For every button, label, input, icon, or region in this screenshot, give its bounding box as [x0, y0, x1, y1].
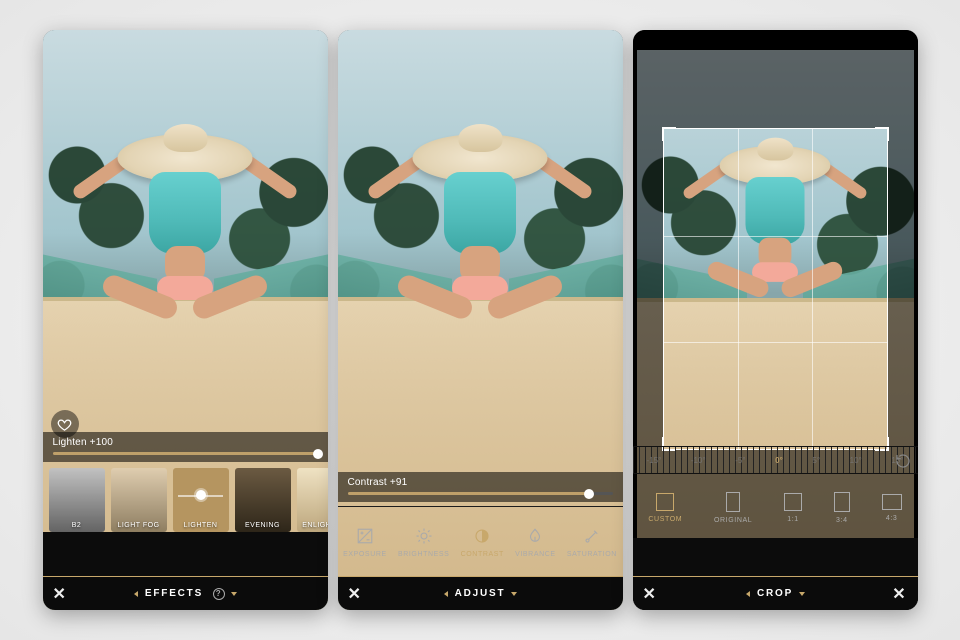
vibrance-icon	[526, 527, 544, 545]
rotation-ruler[interactable]: -15° -10° -5° 0° 5° 10° 15°	[633, 446, 918, 474]
photo-subject	[95, 134, 275, 354]
screen-effects: Lighten +100 B2 LIGHT FOG LIGHTEN EVENIN…	[43, 30, 328, 610]
mode-label: ADJUST	[455, 588, 506, 599]
tool-brightness[interactable]: BRIGHTNESS	[398, 526, 450, 558]
chevron-right-icon[interactable]	[511, 592, 517, 596]
screen-adjust: Contrast +91 EXPOSURE BRIGHTNESS CONTRAS…	[338, 30, 623, 610]
aspect-ratio-row: CUSTOM ORIGINAL 1:1 3:4 4:3	[633, 478, 918, 538]
crop-handle-tl[interactable]	[662, 127, 676, 141]
mode-label: EFFECTS	[145, 588, 203, 599]
tool-saturation[interactable]: SATURATION	[567, 526, 617, 558]
ratio-original[interactable]: ORIGINAL	[714, 492, 752, 524]
ratio-3-4[interactable]: 3:4	[834, 492, 850, 524]
chevron-right-icon[interactable]	[799, 592, 805, 596]
close-button[interactable]: ✕	[643, 584, 658, 604]
help-button[interactable]: ?	[213, 588, 225, 600]
effect-lighten[interactable]: LIGHTEN	[173, 468, 229, 532]
heart-icon	[57, 417, 72, 432]
brightness-icon	[415, 527, 433, 545]
photo-subject	[390, 134, 570, 354]
saturation-icon	[583, 527, 601, 545]
effect-evening[interactable]: EVENING	[235, 468, 291, 532]
tool-contrast[interactable]: CONTRAST	[461, 526, 504, 558]
adjust-slider[interactable]: Contrast +91	[338, 472, 623, 502]
chevron-right-icon[interactable]	[231, 592, 237, 596]
close-button[interactable]: ✕	[53, 584, 68, 604]
reset-rotation-button[interactable]	[894, 452, 912, 470]
effect-lightfog[interactable]: LIGHT FOG	[111, 468, 167, 532]
ratio-custom[interactable]: CUSTOM	[648, 493, 682, 523]
contrast-icon	[473, 527, 491, 545]
ratio-4-3[interactable]: 4:3	[882, 494, 902, 522]
close-button[interactable]: ✕	[348, 584, 363, 604]
chevron-left-icon[interactable]	[133, 592, 139, 596]
confirm-button[interactable]: ✕	[892, 584, 907, 604]
mode-bar-crop: ✕ CROP ✕	[633, 576, 918, 610]
mode-bar-effects: ✕ EFFECTS ?	[43, 576, 328, 610]
adjust-tools: EXPOSURE BRIGHTNESS CONTRAST VIBRANCE SA…	[338, 506, 623, 576]
exposure-icon	[356, 527, 374, 545]
tool-exposure[interactable]: EXPOSURE	[343, 526, 387, 558]
effect-slider[interactable]: Lighten +100	[43, 432, 328, 462]
chevron-left-icon[interactable]	[443, 592, 449, 596]
adjust-slider-label: Contrast +91	[348, 477, 613, 488]
effect-enlighten[interactable]: ENLIGHTEN	[297, 468, 328, 532]
effect-slider-label: Lighten +100	[53, 437, 318, 448]
crop-selection[interactable]	[663, 128, 888, 450]
chevron-left-icon[interactable]	[745, 592, 751, 596]
crop-handle-tr[interactable]	[875, 127, 889, 141]
ratio-1-1[interactable]: 1:1	[784, 493, 802, 523]
mode-label: CROP	[757, 588, 793, 599]
reset-icon	[894, 452, 912, 470]
effects-strip[interactable]: B2 LIGHT FOG LIGHTEN EVENING ENLIGHTEN	[43, 468, 328, 532]
screen-crop: -15° -10° -5° 0° 5° 10° 15° CUSTOM ORIGI…	[633, 30, 918, 610]
effect-b2[interactable]: B2	[49, 468, 105, 532]
mode-bar-adjust: ✕ ADJUST	[338, 576, 623, 610]
tool-vibrance[interactable]: VIBRANCE	[515, 526, 556, 558]
